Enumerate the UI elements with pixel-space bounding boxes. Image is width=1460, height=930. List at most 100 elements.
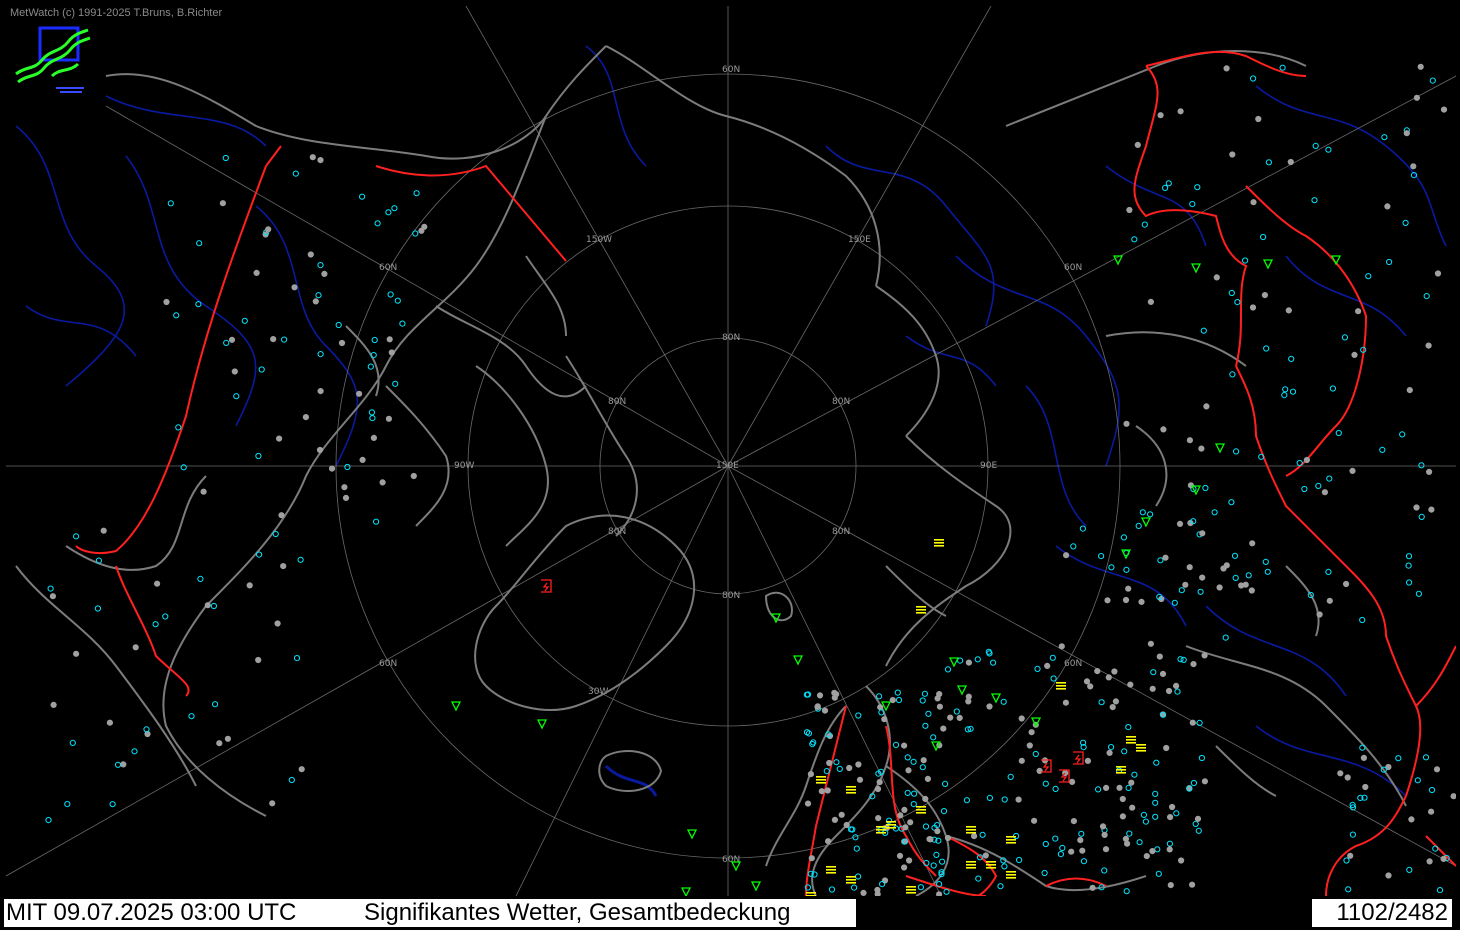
station-cloud-cover-icon [1108, 564, 1115, 571]
station-cloud-cover-icon [1337, 770, 1344, 777]
station-cloud-cover-icon [1050, 675, 1057, 682]
station-cloud-cover-icon [1296, 459, 1303, 467]
station-cloud-cover-icon [1098, 699, 1105, 706]
station-cloud-cover-icon [1238, 582, 1245, 589]
lat-label: 60N [722, 65, 740, 75]
station-cloud-cover-icon [175, 424, 182, 431]
station-cloud-cover-icon [196, 240, 203, 247]
station-cloud-cover-icon [49, 593, 57, 600]
station-cloud-cover-icon [367, 363, 374, 370]
station-cloud-cover-icon [255, 656, 262, 664]
station-cloud-cover-icon [816, 692, 824, 699]
station-cloud-cover-icon [1287, 158, 1294, 166]
station-cloud-cover-icon [1202, 484, 1209, 492]
station-cloud-cover-icon [1222, 634, 1229, 641]
station-cloud-cover-icon [1406, 387, 1413, 394]
station-cloud-cover-icon [1199, 530, 1206, 537]
station-cloud-cover-icon [1201, 778, 1209, 785]
station-cloud-cover-icon [1119, 795, 1126, 803]
station-cloud-cover-icon [982, 852, 989, 859]
station-cloud-cover-icon [922, 722, 929, 729]
station-cloud-cover-icon [818, 788, 825, 795]
station-cloud-cover-icon [942, 780, 949, 788]
station-cloud-cover-icon [1325, 146, 1332, 153]
fog-symbol-icon [816, 779, 826, 781]
station-cloud-cover-icon [1159, 670, 1167, 678]
station-cloud-cover-icon [1250, 75, 1257, 82]
station-cloud-cover-icon [1077, 837, 1084, 844]
station-cloud-cover-icon [200, 488, 207, 495]
fog-symbol-icon [846, 879, 856, 881]
station-cloud-cover-icon [1149, 848, 1156, 855]
station-cloud-cover-icon [1355, 308, 1362, 315]
station-cloud-cover-icon [280, 563, 287, 570]
station-cloud-cover-icon [939, 858, 946, 865]
station-cloud-cover-icon [1157, 557, 1164, 564]
fog-symbol-icon [846, 876, 856, 878]
station-cloud-cover-icon [162, 613, 169, 620]
station-cloud-cover-icon [1194, 815, 1202, 822]
station-cloud-cover-icon [317, 262, 324, 269]
lat-label: 80N [832, 527, 850, 537]
station-cloud-cover-icon [917, 884, 925, 891]
fog-symbol-icon [876, 832, 886, 834]
station-cloud-cover-icon [1049, 654, 1056, 661]
station-cloud-cover-icon [1178, 587, 1185, 594]
station-cloud-cover-icon [1360, 754, 1368, 762]
station-cloud-cover-icon [843, 821, 850, 829]
station-cloud-cover-icon [921, 690, 929, 697]
station-cloud-cover-icon [394, 297, 401, 304]
station-cloud-cover-icon [338, 339, 346, 347]
station-cloud-cover-icon [997, 883, 1004, 890]
station-cloud-cover-icon [936, 691, 943, 698]
station-cloud-cover-icon [1282, 386, 1289, 393]
station-cloud-cover-icon [1386, 258, 1393, 266]
station-cloud-cover-icon [906, 857, 913, 864]
station-cloud-cover-icon [828, 886, 836, 893]
station-cloud-cover-icon [1301, 485, 1308, 493]
station-cloud-cover-icon [1080, 858, 1088, 865]
station-cloud-cover-icon [1211, 509, 1218, 516]
fog-symbol-icon [934, 545, 944, 547]
station-cloud-cover-icon [851, 884, 858, 891]
lat-label: 60N [379, 659, 397, 669]
station-cloud-cover-icon [1260, 233, 1267, 241]
app-window: 150W 150E 90W 90E 30W 150E 60N 60N 60N 6… [0, 0, 1460, 930]
station-cloud-cover-icon [1312, 142, 1319, 149]
station-cloud-cover-icon [1121, 748, 1128, 755]
station-cloud-cover-icon [910, 758, 917, 765]
station-cloud-cover-icon [335, 321, 342, 329]
fog-symbol-icon [916, 809, 926, 811]
fog-symbol-icon [1126, 739, 1136, 741]
station-cloud-cover-icon [1381, 134, 1388, 141]
station-cloud-cover-icon [278, 512, 285, 519]
station-cloud-cover-icon [281, 336, 288, 343]
station-cloud-cover-icon [265, 226, 272, 233]
station-cloud-cover-icon [1232, 574, 1239, 582]
station-cloud-cover-icon [1052, 785, 1059, 793]
station-cloud-cover-icon [1433, 766, 1441, 773]
station-cloud-cover-icon [1166, 846, 1173, 853]
station-cloud-cover-icon [1417, 63, 1424, 70]
station-cloud-cover-icon [1265, 159, 1273, 166]
station-cloud-cover-icon [1042, 840, 1049, 848]
weather-map[interactable]: 150W 150E 90W 90E 30W 150E 60N 60N 60N 6… [6, 6, 1456, 896]
station-cloud-cover-icon [1229, 151, 1236, 158]
station-cloud-cover-icon [1126, 206, 1133, 214]
fog-symbol-icon [846, 786, 856, 788]
station-cloud-cover-icon [855, 712, 862, 719]
station-cloud-cover-icon [1042, 780, 1049, 787]
station-cloud-cover-icon [895, 696, 903, 704]
station-cloud-cover-icon [902, 824, 909, 831]
station-cloud-cover-icon [833, 759, 840, 766]
station-cloud-cover-icon [1180, 656, 1187, 664]
station-cloud-cover-icon [1152, 799, 1159, 806]
lat-label: 80N [722, 333, 740, 343]
station-cloud-cover-icon [1173, 682, 1180, 690]
station-cloud-cover-icon [368, 409, 375, 416]
station-cloud-cover-icon [1070, 543, 1077, 550]
station-cloud-cover-icon [270, 336, 277, 343]
station-cloud-cover-icon [1001, 796, 1008, 803]
station-cloud-cover-icon [1316, 611, 1323, 618]
station-cloud-cover-icon [1198, 754, 1206, 762]
